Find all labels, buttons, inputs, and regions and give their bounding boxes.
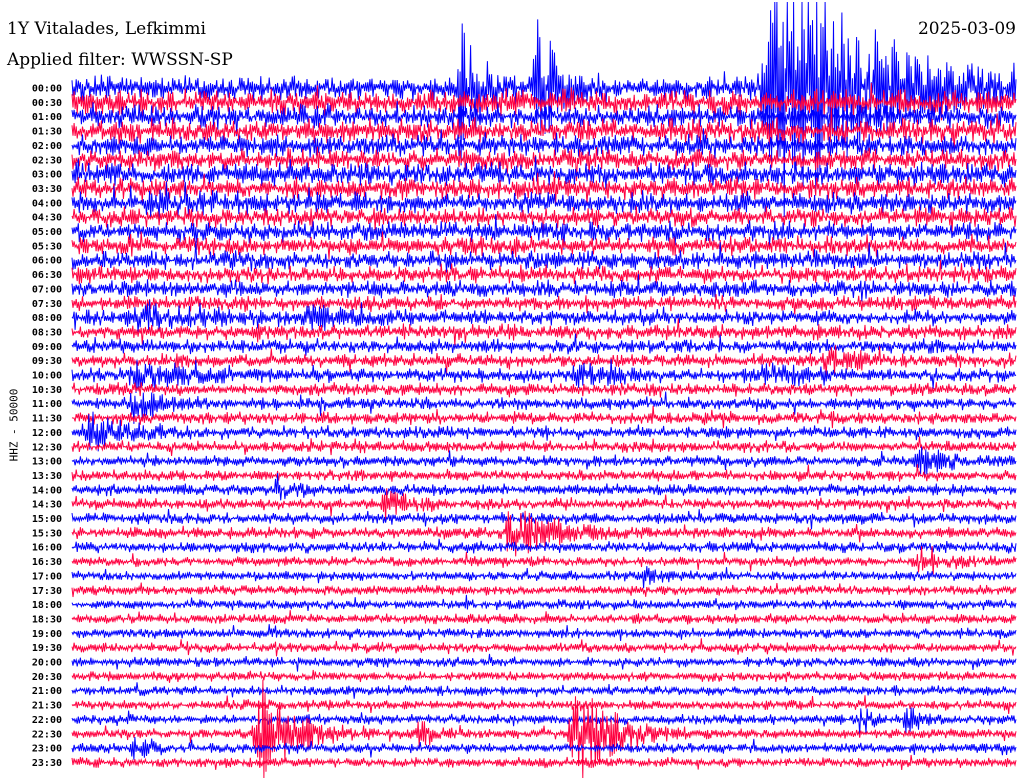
row-time-label: 08:30 <box>32 327 62 338</box>
row-time-label: 13:00 <box>32 457 62 468</box>
trace-line <box>71 695 1017 715</box>
trace-line <box>71 594 1017 611</box>
row-time-label: 06:00 <box>32 256 62 267</box>
row-time-label: 03:30 <box>32 184 62 195</box>
trace-line <box>71 294 1017 315</box>
row-time-label: 02:00 <box>32 141 62 152</box>
trace-line <box>71 436 1017 456</box>
row-time-label: 17:30 <box>32 586 62 597</box>
row-time-label: 00:00 <box>32 84 62 95</box>
row-time-label: 17:00 <box>32 571 62 582</box>
row-time-label: 10:00 <box>32 371 62 382</box>
row-time-label: 07:30 <box>32 299 62 310</box>
trace-line <box>71 610 1017 625</box>
row-time-label: 11:30 <box>32 414 62 425</box>
row-time-label: 18:00 <box>32 600 62 611</box>
row-time-label: 22:00 <box>32 715 62 726</box>
row-time-label: 00:30 <box>32 98 62 109</box>
row-time-label: 10:30 <box>32 385 62 396</box>
row-time-label: 13:30 <box>32 471 62 482</box>
trace-line <box>71 624 1017 642</box>
row-time-label: 05:30 <box>32 241 62 252</box>
trace-line <box>71 538 1017 554</box>
trace-line <box>71 582 1017 598</box>
row-time-label: 06:30 <box>32 270 62 281</box>
trace-line <box>71 333 1017 356</box>
trace-line <box>71 128 1017 159</box>
row-time-label: 14:00 <box>32 485 62 496</box>
trace-line <box>71 446 1017 478</box>
row-time-label: 02:30 <box>32 155 62 166</box>
row-time-label: 15:00 <box>32 514 62 525</box>
row-time-label: 09:00 <box>32 342 62 353</box>
row-time-label: 16:30 <box>32 557 62 568</box>
row-time-label: 19:00 <box>32 629 62 640</box>
row-time-label: 01:30 <box>32 127 62 138</box>
row-time-label: 21:00 <box>32 686 62 697</box>
seismogram-plot: 00:00 00:30 01:00 01:30 02:00 02:30 03:00 03:30… <box>32 1 1017 779</box>
row-time-label: 04:30 <box>32 213 62 224</box>
trace-line <box>71 464 1017 482</box>
trace-line <box>71 638 1017 657</box>
row-time-label: 03:00 <box>32 170 62 181</box>
trace-line <box>71 707 1017 735</box>
row-time-label: 20:30 <box>32 672 62 683</box>
trace-line <box>71 382 1017 398</box>
row-time-label: 22:30 <box>32 729 62 740</box>
row-time-label: 11:00 <box>32 399 62 410</box>
row-time-label: 16:00 <box>32 543 62 554</box>
row-time-label: 18:30 <box>32 614 62 625</box>
trace-line <box>71 669 1017 683</box>
row-time-label: 15:30 <box>32 528 62 539</box>
trace-line <box>71 545 1017 577</box>
row-time-label: 19:30 <box>32 643 62 654</box>
y-axis-label: HHZ - 50000 <box>7 388 21 462</box>
row-time-label: 08:00 <box>32 313 62 324</box>
trace-line <box>71 566 1017 589</box>
row-time-label: 23:00 <box>32 744 62 755</box>
row-time-label: 20:00 <box>32 658 62 669</box>
row-time-label: 09:30 <box>32 356 62 367</box>
row-time-label: 23:30 <box>32 758 62 769</box>
row-time-label: 12:30 <box>32 442 62 453</box>
row-time-label: 01:00 <box>32 112 62 123</box>
row-time-label: 07:00 <box>32 284 62 295</box>
trace-line <box>71 736 1017 760</box>
row-time-label: 04:00 <box>32 198 62 209</box>
row-time-label: 12:00 <box>32 428 62 439</box>
row-time-label: 21:30 <box>32 701 62 712</box>
trace-line <box>71 653 1017 672</box>
row-time-label: 14:30 <box>32 500 62 511</box>
row-time-label: 05:00 <box>32 227 62 238</box>
trace-line <box>71 754 1017 771</box>
trace-line <box>71 682 1017 699</box>
